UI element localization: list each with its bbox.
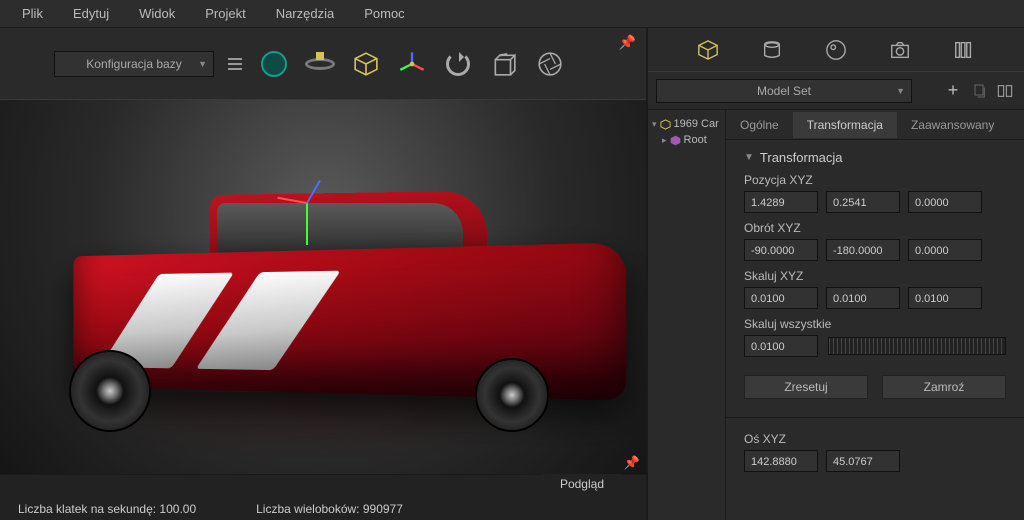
menu-view[interactable]: Widok	[125, 2, 189, 25]
open-cube-tool[interactable]	[486, 46, 522, 82]
pos-z-input[interactable]: 0.0000	[908, 191, 982, 213]
status-bar: 📌 Podgląd Liczba klatek na sekundę: 100.…	[0, 474, 646, 520]
tab-general[interactable]: Ogólne	[726, 112, 793, 138]
material-tab-icon[interactable]	[761, 39, 783, 61]
expand-icon[interactable]: ▸	[662, 135, 667, 146]
rot-x-input[interactable]: -90.0000	[744, 239, 818, 261]
axis-x-input[interactable]: 142.8880	[744, 450, 818, 472]
tab-transform[interactable]: Transformacja	[793, 112, 897, 138]
pin-icon[interactable]: 📌	[624, 455, 640, 471]
section-label: Transformacja	[760, 150, 843, 165]
chevron-down-icon: ▼	[744, 152, 754, 163]
scale-x-input[interactable]: 0.0100	[744, 287, 818, 309]
toolbar: Konfiguracja bazy ▼	[0, 28, 646, 100]
scale-z-input[interactable]: 0.0100	[908, 287, 982, 309]
scale-all-input[interactable]: 0.0100	[744, 335, 818, 357]
ring-tool[interactable]	[302, 46, 338, 82]
viewport-3d[interactable]	[0, 100, 646, 474]
environment-tab-icon[interactable]	[825, 39, 847, 61]
tree-item-root[interactable]: ▸ Root	[652, 132, 721, 148]
model-set-row: Model Set ▼ +	[648, 72, 1024, 110]
menu-help[interactable]: Pomoc	[350, 2, 418, 25]
tree-label: 1969 Car	[674, 118, 719, 130]
rot-y-input[interactable]: -180.0000	[826, 239, 900, 261]
add-icon[interactable]: +	[942, 80, 964, 102]
aperture-tool[interactable]	[532, 46, 568, 82]
chevron-down-icon: ▼	[198, 59, 207, 69]
pin-icon[interactable]: 📌	[619, 34, 636, 51]
base-config-dropdown[interactable]: Konfiguracja bazy ▼	[54, 51, 214, 77]
section-transform[interactable]: ▼ Transformacja	[744, 150, 1006, 165]
chevron-down-icon: ▼	[896, 86, 905, 96]
rotation-label: Obrót XYZ	[744, 221, 1006, 235]
axis-label: Oś XYZ	[744, 432, 1006, 446]
model-tab-icon[interactable]	[697, 39, 719, 61]
axis-y-input[interactable]: 45.0767	[826, 450, 900, 472]
axis-tool[interactable]	[394, 46, 430, 82]
collapse-icon[interactable]: ▾	[652, 119, 657, 130]
tab-advanced[interactable]: Zaawansowany	[897, 112, 1008, 138]
list-icon[interactable]	[916, 80, 938, 102]
pos-x-input[interactable]: 1.4289	[744, 191, 818, 213]
tree-item-car[interactable]: ▾ 1969 Car	[652, 116, 721, 132]
duplicate-icon[interactable]	[968, 80, 990, 102]
fps-counter: Liczba klatek na sekundę: 100.00	[18, 502, 196, 516]
pos-y-input[interactable]: 0.2541	[826, 191, 900, 213]
menu-project[interactable]: Projekt	[191, 2, 259, 25]
library-tab-icon[interactable]	[953, 39, 975, 61]
menu-file[interactable]: Plik	[8, 2, 57, 25]
menu-tools[interactable]: Narzędzia	[262, 2, 349, 25]
properties-panel: Ogólne Transformacja Zaawansowany ▼ Tran…	[726, 110, 1024, 520]
menubar: Plik Edytuj Widok Projekt Narzędzia Pomo…	[0, 0, 1024, 28]
menu-edit[interactable]: Edytuj	[59, 2, 123, 25]
model-set-label: Model Set	[757, 84, 811, 98]
model-set-dropdown[interactable]: Model Set ▼	[656, 79, 912, 103]
tree-label: Root	[684, 134, 707, 146]
preview-tab[interactable]: Podgląd	[542, 474, 622, 494]
split-icon[interactable]	[994, 80, 1016, 102]
scale-label: Skaluj XYZ	[744, 269, 1006, 283]
scale-all-slider[interactable]	[828, 337, 1006, 355]
material-tool[interactable]	[256, 46, 292, 82]
rotate-tool[interactable]	[440, 46, 476, 82]
freeze-button[interactable]: Zamroź	[882, 375, 1006, 399]
car-model	[43, 172, 603, 432]
camera-tab-icon[interactable]	[889, 39, 911, 61]
list-icon[interactable]	[224, 53, 246, 75]
scale-y-input[interactable]: 0.0100	[826, 287, 900, 309]
scale-all-label: Skaluj wszystkie	[744, 317, 1006, 331]
right-tab-icons	[648, 28, 1024, 72]
base-config-label: Konfiguracja bazy	[86, 57, 181, 71]
position-label: Pozycja XYZ	[744, 173, 1006, 187]
poly-counter: Liczba wieloboków: 990977	[256, 502, 403, 516]
rot-z-input[interactable]: 0.0000	[908, 239, 982, 261]
cube-tool[interactable]	[348, 46, 384, 82]
reset-button[interactable]: Zresetuj	[744, 375, 868, 399]
scene-tree: ▾ 1969 Car ▸ Root	[648, 110, 726, 520]
